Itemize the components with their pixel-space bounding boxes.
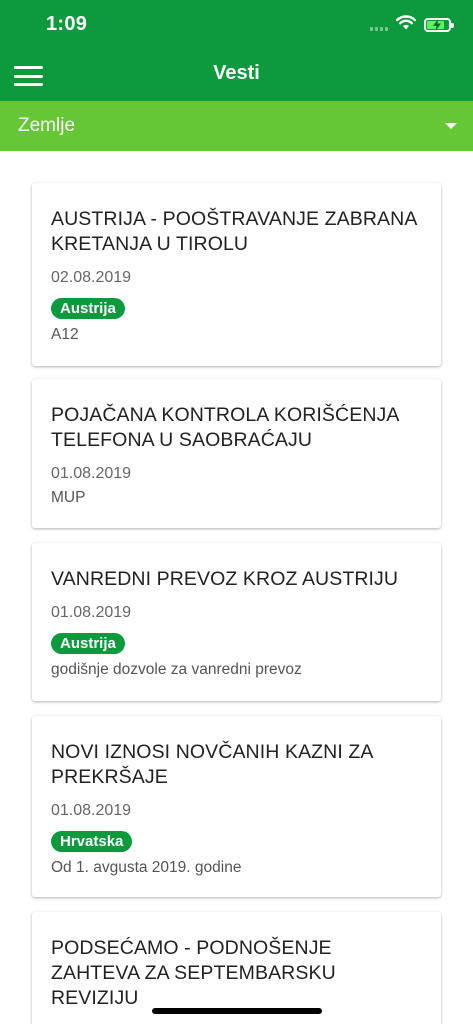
- news-title: POJAČANA KONTROLA KORIŠĆENJA TELEFONA U …: [51, 404, 399, 451]
- news-card[interactable]: AUSTRIJA - POOŠTRAVANJE ZABRANA KRETANJA…: [32, 183, 441, 366]
- news-card[interactable]: NOVI IZNOSI NOVČANIH KAZNI ZA PREKRŠAJE …: [32, 716, 441, 897]
- country-filter-dropdown[interactable]: Zemlje: [0, 101, 473, 151]
- news-list: AUSTRIJA - POOŠTRAVANJE ZABRANA KRETANJA…: [0, 151, 473, 1024]
- news-card[interactable]: POJAČANA KONTROLA KORIŠĆENJA TELEFONA U …: [32, 379, 441, 528]
- app-screen: 1:09 Vesti Zemlje AUSTRIJA - POOŠTRAVANJ…: [0, 0, 473, 1024]
- news-source: godišnje dozvole za vanredni prevoz: [51, 661, 302, 678]
- news-source: Od 1. avgusta 2019. godine: [51, 859, 242, 876]
- page-title: Vesti: [213, 62, 260, 84]
- home-indicator[interactable]: [152, 1008, 322, 1014]
- status-icons: [370, 15, 454, 35]
- news-title: VANREDNI PREVOZ KROZ AUSTRIJU: [51, 568, 399, 590]
- news-title: AUSTRIJA - POOŠTRAVANJE ZABRANA KRETANJA…: [51, 208, 417, 255]
- country-badge: Hrvatska: [51, 831, 133, 852]
- news-title: NOVI IZNOSI NOVČANIH KAZNI ZA PREKRŠAJE: [51, 741, 373, 788]
- news-date: 01.08.2019: [51, 465, 132, 482]
- news-date: 02.08.2019: [51, 269, 132, 286]
- news-title: PODSEĆAMO - PODNOŠENJE ZAHTEVA ZA SEPTEM…: [51, 937, 336, 1009]
- country-badge: Austrija: [51, 633, 125, 654]
- app-header: 1:09 Vesti: [0, 0, 473, 101]
- dropdown-caret-icon: [445, 123, 457, 129]
- news-source: MUP: [51, 489, 86, 506]
- signal-icon: [370, 19, 388, 31]
- filter-selected-value: Zemlje: [18, 115, 76, 136]
- news-card[interactable]: VANREDNI PREVOZ KROZ AUSTRIJU 01.08.2019…: [32, 543, 441, 701]
- news-date: 01.08.2019: [51, 604, 132, 621]
- news-date: 01.08.2019: [51, 802, 132, 819]
- news-source: A12: [51, 326, 79, 343]
- wifi-icon: [396, 15, 416, 35]
- battery-charging-icon: [424, 18, 454, 32]
- country-badge: Austrija: [51, 298, 125, 319]
- status-time: 1:09: [46, 13, 88, 35]
